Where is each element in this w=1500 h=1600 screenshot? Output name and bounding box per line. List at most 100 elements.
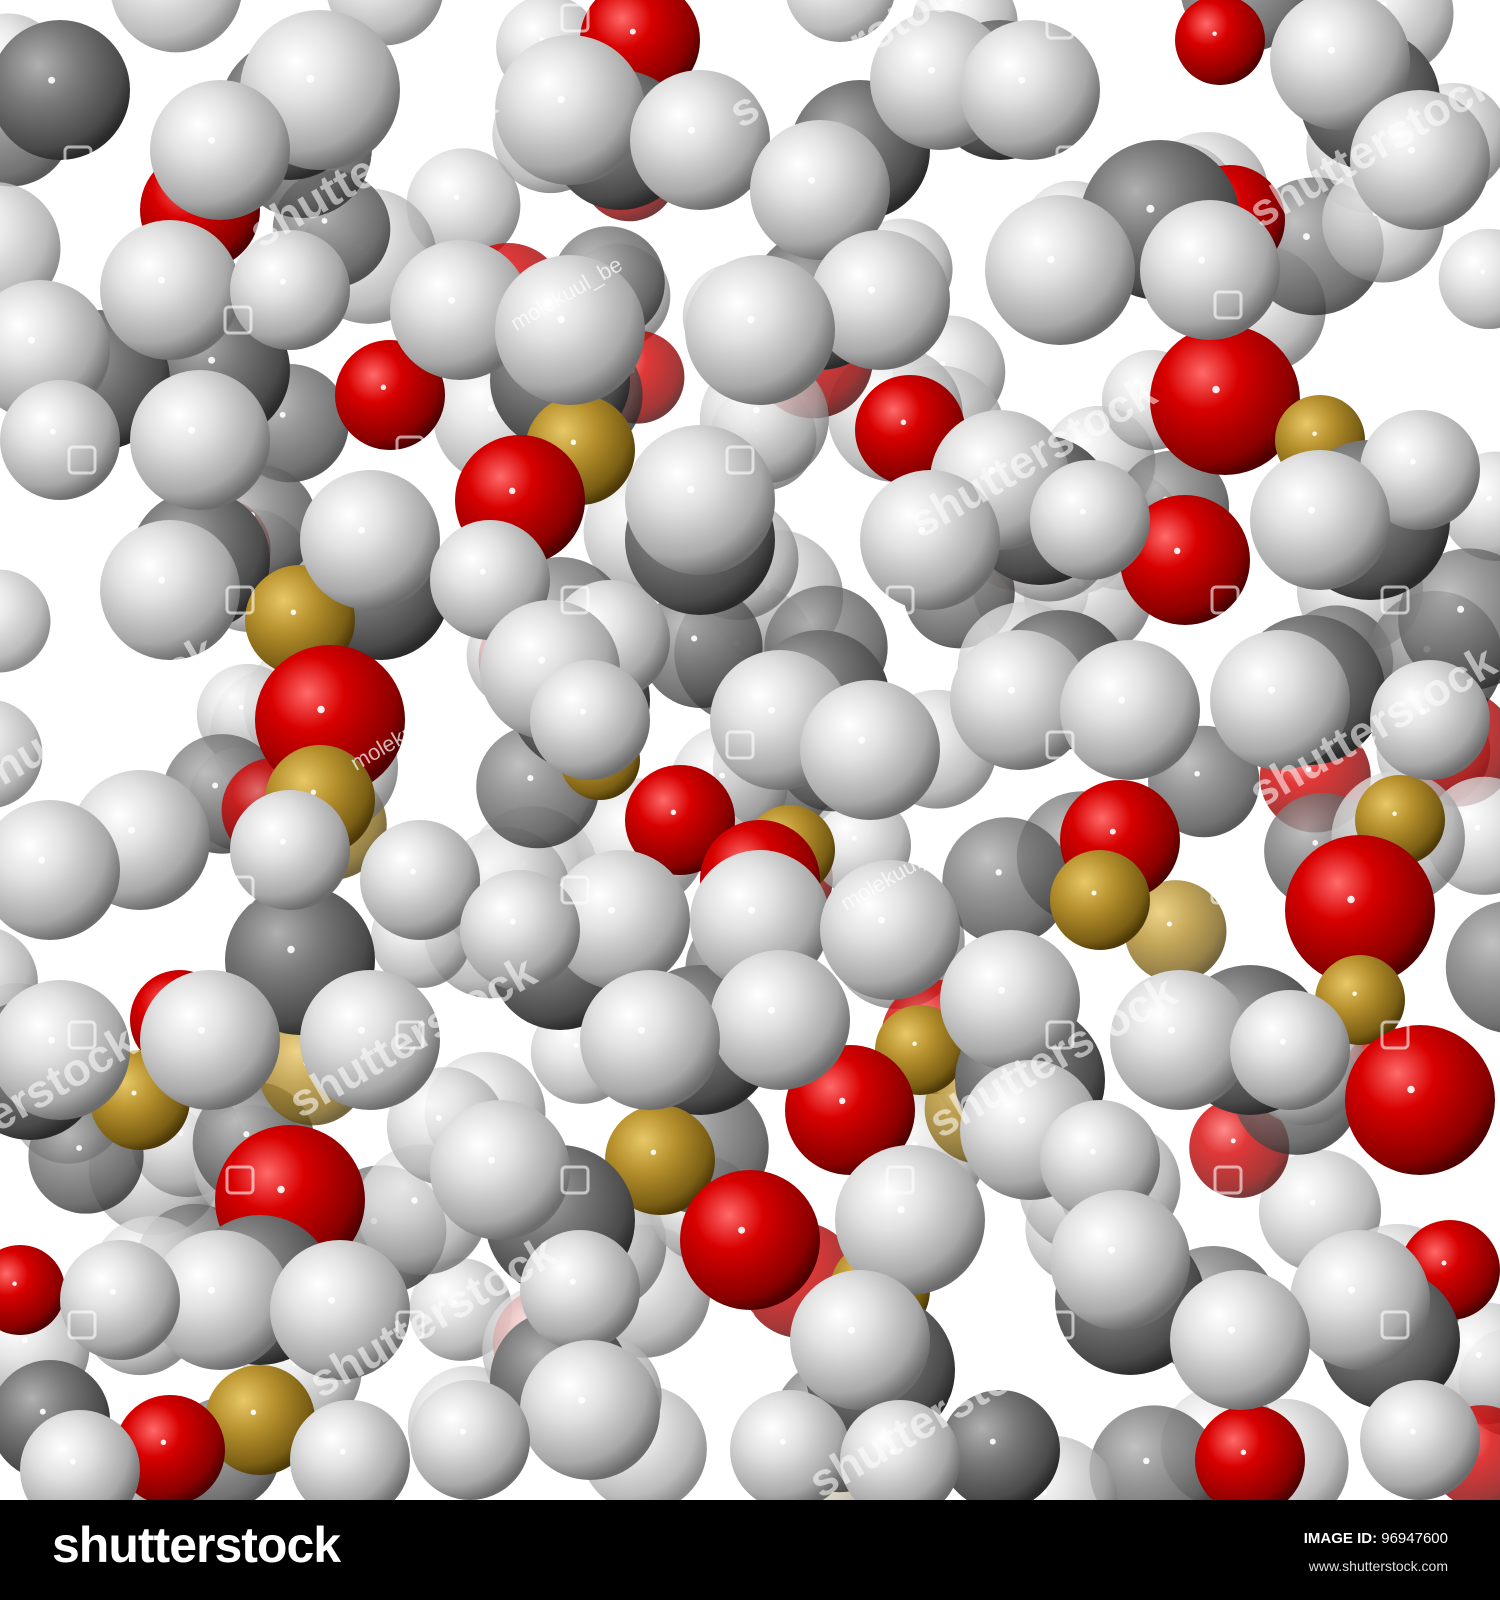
specular-highlight bbox=[238, 704, 244, 710]
specular-highlight bbox=[573, 1042, 579, 1048]
specular-highlight bbox=[1089, 1148, 1096, 1155]
specular-highlight bbox=[578, 1396, 586, 1404]
specular-highlight bbox=[557, 315, 565, 324]
specular-highlight bbox=[1230, 1138, 1236, 1144]
specular-highlight bbox=[753, 406, 760, 414]
specular-highlight bbox=[1091, 890, 1097, 896]
specular-highlight bbox=[1309, 1199, 1316, 1206]
specular-highlight bbox=[131, 1090, 137, 1096]
hydrogen-atom bbox=[300, 470, 440, 610]
specular-highlight bbox=[38, 856, 46, 864]
specular-highlight bbox=[858, 736, 866, 744]
specular-highlight bbox=[1409, 1428, 1416, 1435]
specular-highlight bbox=[808, 176, 816, 184]
specular-highlight bbox=[1143, 1457, 1150, 1465]
specular-highlight bbox=[779, 1438, 786, 1445]
specular-highlight bbox=[448, 296, 456, 304]
specular-highlight bbox=[1008, 686, 1016, 694]
specular-highlight bbox=[579, 708, 586, 715]
specular-highlight bbox=[1312, 839, 1319, 846]
specular-highlight bbox=[380, 384, 387, 391]
specular-highlight bbox=[279, 278, 286, 285]
specular-highlight bbox=[208, 1286, 216, 1294]
specular-highlight bbox=[39, 1408, 46, 1415]
specular-highlight bbox=[487, 405, 495, 412]
specular-highlight bbox=[453, 194, 460, 201]
hydrogen-atom bbox=[685, 255, 835, 405]
specular-highlight bbox=[1018, 1116, 1026, 1124]
specular-highlight bbox=[1486, 495, 1492, 502]
specular-highlight bbox=[1347, 895, 1355, 904]
specular-highlight bbox=[459, 1428, 466, 1435]
specular-highlight bbox=[76, 1145, 82, 1151]
specular-highlight bbox=[1108, 1246, 1116, 1254]
specular-highlight bbox=[279, 411, 286, 418]
specular-highlight bbox=[838, 1097, 846, 1105]
hydrogen-atom bbox=[60, 1240, 180, 1360]
specular-highlight bbox=[687, 485, 695, 494]
hydrogen-atom bbox=[1030, 460, 1150, 580]
specular-highlight bbox=[479, 568, 486, 575]
specular-highlight bbox=[538, 656, 546, 664]
specular-highlight bbox=[1474, 824, 1481, 831]
specular-highlight bbox=[1109, 828, 1116, 835]
specular-highlight bbox=[12, 1281, 17, 1286]
specular-highlight bbox=[128, 826, 136, 834]
hydrogen-atom bbox=[800, 680, 940, 820]
hydrogen-atom bbox=[1050, 1190, 1190, 1330]
hydrogen-atom bbox=[520, 1340, 660, 1480]
hydrogen-atom bbox=[100, 220, 240, 360]
specular-highlight bbox=[688, 126, 696, 134]
specular-highlight bbox=[49, 428, 56, 435]
hydrogen-atom bbox=[0, 380, 120, 500]
specular-highlight bbox=[109, 1288, 116, 1295]
specular-highlight bbox=[48, 76, 56, 84]
specular-highlight bbox=[28, 336, 36, 344]
molecule-render: shutterstockshutterstockshutterstockshut… bbox=[0, 0, 1500, 1500]
specular-highlight bbox=[243, 1131, 250, 1138]
specular-highlight bbox=[995, 869, 1002, 876]
specular-highlight bbox=[570, 439, 577, 446]
oxygen-atom bbox=[1345, 1025, 1495, 1175]
specular-highlight bbox=[1240, 1449, 1247, 1456]
specular-highlight bbox=[411, 1197, 418, 1204]
silicon-atom bbox=[1050, 850, 1150, 950]
specular-highlight bbox=[1212, 31, 1217, 36]
specular-highlight bbox=[1279, 1038, 1286, 1045]
hydrogen-atom bbox=[790, 1270, 930, 1410]
hydrogen-atom bbox=[430, 1100, 570, 1240]
brand-text: shutterstock bbox=[52, 1517, 341, 1573]
hydrogen-atom bbox=[1230, 990, 1350, 1110]
specular-highlight bbox=[1079, 508, 1086, 515]
specular-highlight bbox=[1173, 547, 1181, 555]
specular-highlight bbox=[435, 1114, 442, 1121]
specular-highlight bbox=[848, 1326, 856, 1334]
specular-highlight bbox=[509, 918, 516, 925]
image-id-label: IMAGE ID: bbox=[1303, 1530, 1378, 1547]
specular-highlight bbox=[638, 1026, 646, 1034]
hydrogen-atom bbox=[410, 1380, 530, 1500]
hydrogen-atom bbox=[1060, 640, 1200, 780]
specular-highlight bbox=[1168, 1026, 1176, 1034]
specular-highlight bbox=[158, 576, 166, 584]
specular-highlight bbox=[160, 1439, 167, 1446]
specular-highlight bbox=[719, 772, 726, 779]
hydrogen-atom bbox=[130, 370, 270, 510]
site-url[interactable]: www.shutterstock.com bbox=[1309, 1558, 1448, 1574]
specular-highlight bbox=[339, 1448, 346, 1455]
specular-highlight bbox=[1392, 811, 1397, 816]
specular-highlight bbox=[508, 487, 516, 495]
specular-highlight bbox=[1480, 269, 1486, 275]
hydrogen-atom bbox=[495, 35, 645, 185]
image-id-value: 96947600 bbox=[1381, 1530, 1448, 1547]
specular-highlight bbox=[409, 868, 416, 875]
specular-highlight bbox=[868, 286, 876, 294]
specular-highlight bbox=[1212, 385, 1220, 394]
specular-highlight bbox=[69, 1458, 76, 1465]
specular-highlight bbox=[928, 66, 936, 74]
specular-highlight bbox=[738, 1226, 746, 1234]
hydrogen-atom bbox=[140, 970, 280, 1110]
specular-highlight bbox=[989, 1438, 996, 1445]
specular-highlight bbox=[317, 705, 325, 714]
specular-highlight bbox=[287, 945, 295, 954]
